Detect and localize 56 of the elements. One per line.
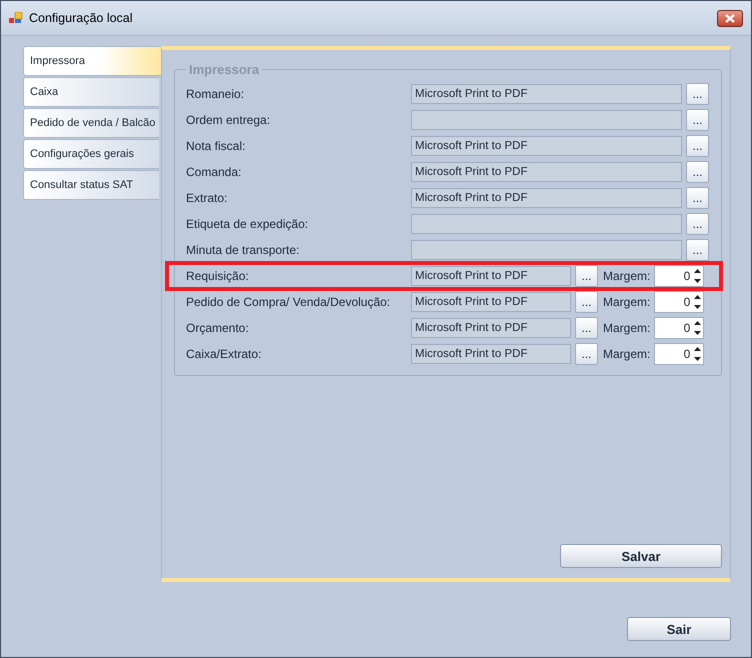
field-label: Extrato:: [186, 191, 228, 205]
app-icon: [9, 12, 23, 24]
browse-button[interactable]: ...: [686, 135, 709, 157]
browse-button[interactable]: ...: [686, 83, 709, 105]
browse-button[interactable]: ...: [575, 265, 598, 287]
browse-button[interactable]: ...: [686, 239, 709, 261]
printer-field[interactable]: [411, 240, 682, 260]
browse-button[interactable]: ...: [575, 343, 598, 365]
printer-field[interactable]: Microsoft Print to PDF: [411, 84, 682, 104]
tab[interactable]: Pedido de venda / Balcão: [23, 108, 159, 138]
browse-button[interactable]: ...: [686, 187, 709, 209]
window-title: Configuração local: [29, 11, 134, 25]
printer-field[interactable]: Microsoft Print to PDF: [411, 136, 682, 156]
margin-label: Margem:: [603, 347, 650, 361]
margin-spinbox[interactable]: 0: [654, 265, 704, 287]
browse-button[interactable]: ...: [686, 213, 709, 235]
spin-arrows-icon[interactable]: [694, 346, 702, 362]
field-label: Ordem entrega:: [186, 113, 272, 127]
margin-spinbox[interactable]: 0: [654, 317, 704, 339]
field-label: Pedido de Compra/ Venda/Devolução:: [186, 295, 392, 309]
margin-label: Margem:: [603, 269, 650, 283]
printer-field[interactable]: [411, 110, 682, 130]
close-icon: [725, 14, 735, 22]
close-button[interactable]: [717, 10, 743, 26]
spin-arrows-icon[interactable]: [694, 320, 702, 336]
field-label: Nota fiscal:: [186, 139, 246, 153]
margin-label: Margem:: [603, 295, 650, 309]
exit-button[interactable]: Sair: [627, 617, 731, 641]
printer-field[interactable]: Microsoft Print to PDF: [411, 292, 571, 312]
field-label: Romaneio:: [186, 87, 246, 101]
browse-button[interactable]: ...: [686, 109, 709, 131]
printer-field[interactable]: Microsoft Print to PDF: [411, 344, 571, 364]
printer-field[interactable]: [411, 214, 682, 234]
field-label: Comanda:: [186, 165, 242, 179]
browse-button[interactable]: ...: [686, 161, 709, 183]
field-label: Requisição:: [186, 269, 250, 283]
field-label: Etiqueta de expedição:: [186, 217, 310, 231]
printer-field[interactable]: Microsoft Print to PDF: [411, 266, 571, 286]
browse-button[interactable]: ...: [575, 291, 598, 313]
browse-button[interactable]: ...: [575, 317, 598, 339]
save-button[interactable]: Salvar: [560, 544, 722, 568]
tab[interactable]: Caixa: [23, 77, 159, 107]
tab[interactable]: Configurações gerais: [23, 139, 159, 169]
tab[interactable]: Impressora: [23, 46, 161, 76]
printer-field[interactable]: Microsoft Print to PDF: [411, 318, 571, 338]
field-label: Orçamento:: [186, 321, 250, 335]
margin-spinbox[interactable]: 0: [654, 291, 704, 313]
margin-label: Margem:: [603, 321, 650, 335]
field-label: Caixa/Extrato:: [186, 347, 262, 361]
spin-arrows-icon[interactable]: [694, 294, 702, 310]
printer-field[interactable]: Microsoft Print to PDF: [411, 188, 682, 208]
printer-field[interactable]: Microsoft Print to PDF: [411, 162, 682, 182]
spin-arrows-icon[interactable]: [694, 268, 702, 284]
field-label: Minuta de transporte:: [186, 243, 300, 257]
tab[interactable]: Consultar status SAT: [23, 170, 159, 200]
margin-spinbox[interactable]: 0: [654, 343, 704, 365]
